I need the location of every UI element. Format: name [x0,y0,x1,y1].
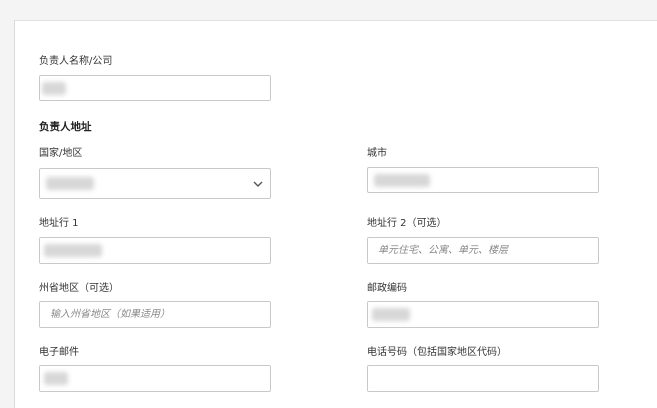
state-label: 州省地区（可选） [39,283,119,294]
redacted-value [46,177,94,190]
redacted-value [44,244,102,257]
page: 负责人名称/公司 负责人地址 国家/地区 城市 地址行 1 地址行 2（可选） … [0,0,657,408]
address-line2-placeholder: 单元住宅、公寓、单元、楼层 [378,245,508,256]
city-input[interactable] [367,167,599,193]
chevron-down-icon [252,178,264,190]
state-placeholder: 输入州省地区（如果适用） [50,309,170,320]
address-line2-label: 地址行 2（可选） [367,218,447,229]
phone-label: 电话号码（包括国家地区代码） [367,347,507,358]
country-select[interactable] [39,168,271,199]
state-input[interactable]: 输入州省地区（如果适用） [39,301,271,328]
postal-code-input[interactable] [367,301,599,328]
redacted-value [374,174,430,187]
address-section-title: 负责人地址 [39,121,92,133]
redacted-value [372,308,410,321]
address-line1-input[interactable] [39,237,271,264]
country-label: 国家/地区 [39,148,83,159]
address-line2-input[interactable]: 单元住宅、公寓、单元、楼层 [367,237,599,264]
city-label: 城市 [367,148,387,159]
phone-input[interactable] [367,365,599,392]
company-name-input[interactable] [39,75,271,101]
address-line1-label: 地址行 1 [39,218,79,229]
responsible-party-form: 负责人名称/公司 负责人地址 国家/地区 城市 地址行 1 地址行 2（可选） … [14,20,657,408]
company-name-label: 负责人名称/公司 [39,56,113,67]
redacted-value [44,372,68,385]
postal-code-label: 邮政编码 [367,283,407,294]
email-input[interactable] [39,365,271,392]
redacted-value [42,82,66,95]
email-label: 电子邮件 [39,347,79,358]
